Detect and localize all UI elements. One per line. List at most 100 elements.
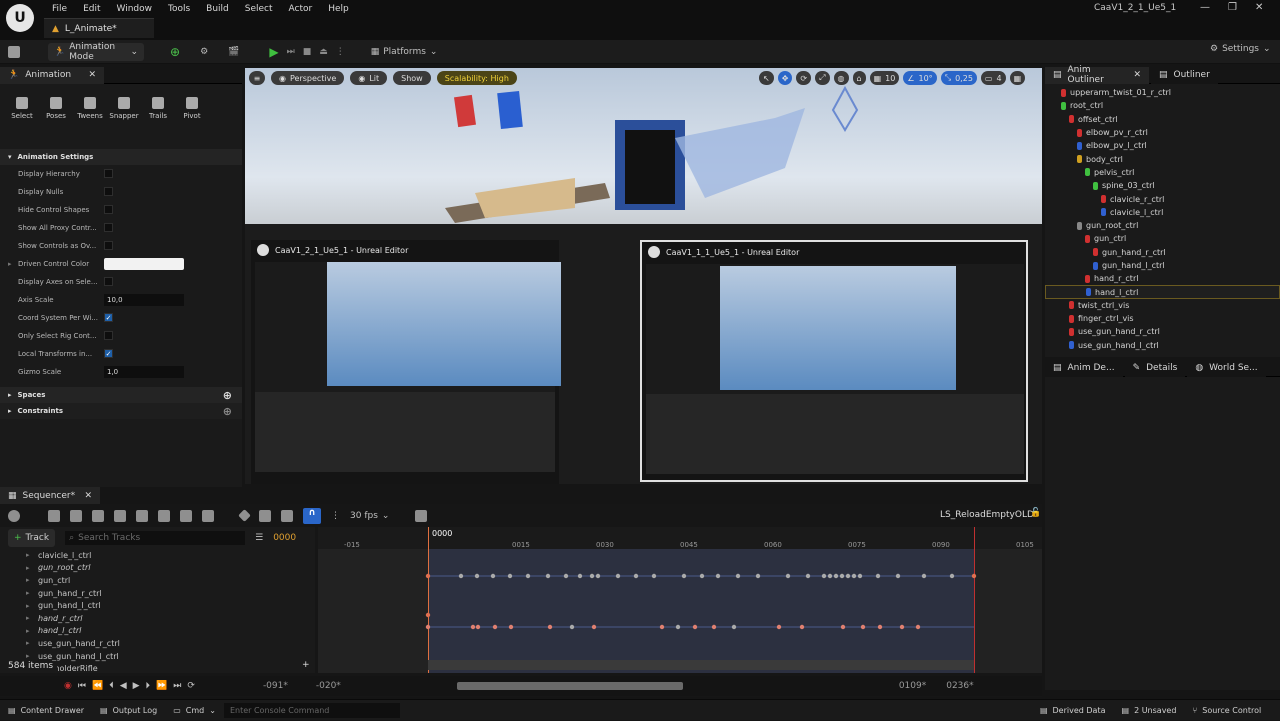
tab-anim-details[interactable]: ▤ Anim De... [1045,359,1123,377]
curve-editor-icon[interactable] [415,509,428,522]
close-icon[interactable]: ✕ [1133,70,1141,80]
track-row[interactable]: use_gun_hand_r_ctrl [0,637,315,650]
axis-scale-input[interactable]: 10,0 [104,294,184,306]
camera-icon[interactable] [114,509,126,522]
add-actor-icon[interactable]: ⊕ [170,45,180,59]
source-control-button[interactable]: ⑂ Source Control [1184,700,1269,721]
outliner-item[interactable]: clavicle_r_ctrl [1045,192,1280,205]
tool-poses[interactable]: Poses [42,96,70,120]
level-tab[interactable]: ▲ L_Animate* [44,18,154,38]
show-all-proxy-checkbox[interactable] [104,223,113,232]
platforms-button[interactable]: ▦ Platforms ⌄ [371,47,438,57]
track-row[interactable]: hand_l_ctrl [0,625,315,638]
outliner-item[interactable]: finger_ctrl_vis [1045,312,1280,325]
range-scrollbar[interactable] [456,682,683,690]
rotation-snap-button[interactable]: ∠ 10° [903,71,937,85]
bake-icon[interactable] [136,509,148,522]
eject-icon[interactable]: ⏏ [319,47,328,57]
coord-system-checkbox[interactable]: ✓ [104,313,113,322]
gizmo-scale-input[interactable]: 1,0 [104,366,184,378]
animation-settings-header[interactable]: ▾ Animation Settings [0,149,242,165]
play-reverse-icon[interactable]: ◀ [120,681,127,691]
timeline[interactable]: -015 0015 0030 0045 0060 0075 0090 0105 0000 [318,527,1042,673]
play-options-icon[interactable]: ⋮ [336,47,345,57]
outliner-item[interactable]: gun_hand_l_ctrl [1045,259,1280,272]
tab-anim-outliner[interactable]: ▤ Anim Outliner ✕ [1045,65,1149,85]
outliner-item[interactable]: gun_ctrl [1045,232,1280,245]
outliner-item[interactable]: use_gun_hand_l_ctrl [1045,339,1280,352]
outliner-item[interactable]: hand_l_ctrl [1045,285,1280,299]
outliner-item[interactable]: elbow_pv_r_ctrl [1045,126,1280,139]
viewport-menu-button[interactable]: ≡ [249,71,265,85]
scalability-badge[interactable]: Scalability: High [436,71,517,85]
chevron-right-icon[interactable]: ▸ [8,260,18,268]
snap-icon[interactable]: ∩ [303,507,321,524]
save-icon[interactable] [48,509,60,522]
blueprint-icon[interactable]: ⚙ [200,47,208,57]
tab-animation[interactable]: 🏃 Animation ✕ [0,66,104,84]
scale-icon[interactable]: ⤢ [815,71,830,85]
track-row[interactable]: gun_ctrl [0,574,315,587]
outliner-item[interactable]: body_ctrl [1045,152,1280,165]
render-icon[interactable] [92,509,104,522]
save-icon[interactable] [8,45,20,58]
select-mode-icon[interactable]: ↖ [759,71,774,85]
outliner-item[interactable]: use_gun_hand_r_ctrl [1045,325,1280,338]
tool-trails[interactable]: Trails [144,96,172,120]
tool-snapper[interactable]: Snapper [109,96,139,120]
cinematics-icon[interactable]: 🎬 [228,47,239,57]
lock-icon[interactable]: 🔓 [1030,508,1041,518]
settings-button[interactable]: ⚙ Settings ⌄ [1210,44,1271,54]
grid-snap-button[interactable]: ▦ 10 [869,71,900,85]
unreal-logo-icon[interactable]: U [6,4,34,32]
tool-pivot[interactable]: Pivot [178,96,206,120]
window-thumbnail-right[interactable]: CaaV1_1_1_Ue5_1 - Unreal Editor [640,240,1028,482]
add-icon[interactable]: ⊕ [223,405,232,418]
filter-icon[interactable]: ☰ [255,533,263,543]
track-row[interactable]: hand_r_ctrl [0,612,315,625]
tool-tweens[interactable]: Tweens [76,96,104,120]
world-local-icon[interactable]: ◍ [833,71,849,85]
show-button[interactable]: Show [393,71,431,85]
derived-data-button[interactable]: ▤ Derived Data [1032,700,1114,721]
viewport-scene[interactable]: ≡ ◉ Perspective ◉ Lit Show Scalability: Hi… [245,68,1042,224]
console-input[interactable]: Enter Console Command [223,702,400,718]
menu-edit[interactable]: Edit [75,4,108,14]
range-start[interactable]: -091* [263,681,288,691]
display-hierarchy-checkbox[interactable] [104,169,113,178]
outliner-item[interactable]: root_ctrl [1045,99,1280,112]
scale-snap-button[interactable]: ⤡ 0,25 [940,71,977,85]
menu-actor[interactable]: Actor [281,4,321,14]
tab-sequencer[interactable]: ▦ Sequencer* ✕ [0,487,100,504]
add-icon[interactable]: + [302,660,310,670]
driven-color-swatch[interactable] [104,258,184,270]
outliner-item[interactable]: offset_ctrl [1045,113,1280,126]
outliner-item[interactable]: elbow_pv_l_ctrl [1045,139,1280,152]
close-icon[interactable]: ✕ [1255,2,1263,13]
outliner-item[interactable]: hand_r_ctrl [1045,272,1280,285]
mode-dropdown[interactable]: 🏃 Animation Mode ⌄ [48,42,144,62]
window-thumbnail-left[interactable]: CaaV1_2_1_Ue5_1 - Unreal Editor [251,240,561,484]
tool-select[interactable]: Select [8,96,36,120]
hide-control-shapes-checkbox[interactable] [104,205,113,214]
close-icon[interactable]: ✕ [84,491,92,501]
view-options-icon[interactable] [180,509,192,522]
step-icon[interactable]: ⏭ [287,47,295,57]
play-icon[interactable]: ▶ [133,681,140,691]
lit-button[interactable]: ◉ Lit [350,71,388,85]
tab-outliner[interactable]: ▤ Outliner [1151,66,1218,84]
menu-file[interactable]: File [44,4,75,14]
playback-options-icon[interactable] [202,509,214,522]
menu-tools[interactable]: Tools [160,4,198,14]
view-end[interactable]: 0109* [899,681,926,691]
only-select-rig-checkbox[interactable] [104,331,113,340]
snap-options-icon[interactable]: ⋮ [331,511,340,521]
content-drawer-button[interactable]: ▤ Content Drawer [0,700,92,721]
track-row[interactable]: clavicle_l_ctrl [0,549,315,562]
next-key-icon[interactable]: ⏩ [156,681,167,691]
record-icon[interactable]: ◉ [64,681,72,691]
menu-build[interactable]: Build [198,4,237,14]
step-back-icon[interactable]: ⏴ [109,681,114,691]
outliner-item[interactable]: clavicle_l_ctrl [1045,206,1280,219]
display-nulls-checkbox[interactable] [104,187,113,196]
